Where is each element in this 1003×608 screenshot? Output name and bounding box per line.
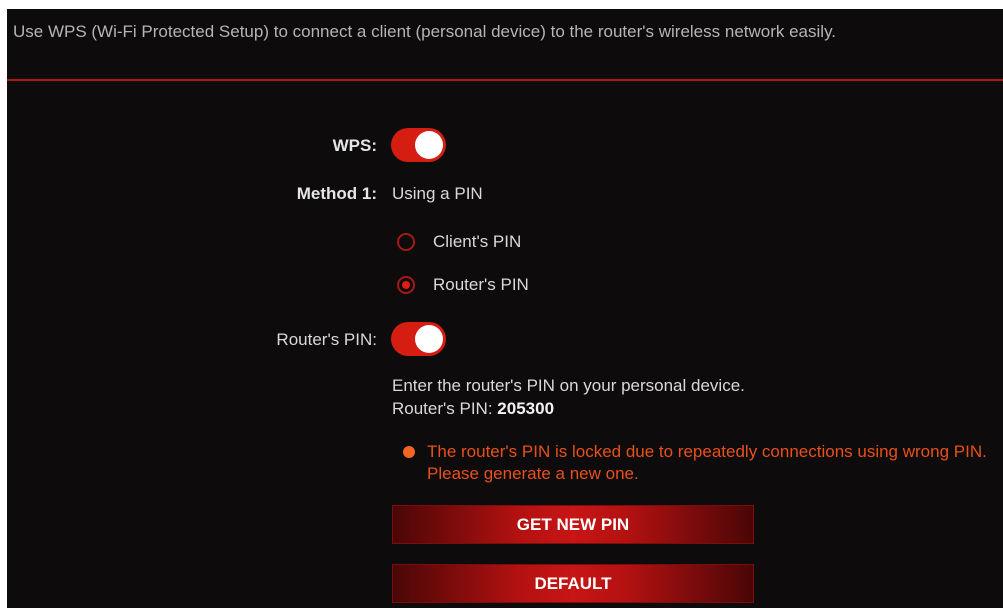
section-divider	[7, 79, 1003, 81]
toggle-knob	[415, 131, 443, 159]
toggle-knob	[415, 325, 443, 353]
routers-pin-label: Router's PIN:	[276, 330, 377, 349]
radio-button[interactable]	[397, 233, 415, 251]
page-description: Use WPS (Wi-Fi Protected Setup) to conne…	[13, 22, 837, 41]
radio-label: Router's PIN	[433, 275, 529, 294]
wps-settings-panel: Use WPS (Wi-Fi Protected Setup) to conne…	[7, 9, 1003, 608]
method1-value: Using a PIN	[392, 184, 483, 203]
pin-label: Router's PIN:	[392, 399, 493, 418]
routers-pin-display: Router's PIN: 205300	[392, 399, 554, 419]
routers-pin-instruction: Enter the router's PIN on your personal …	[392, 376, 745, 395]
default-button[interactable]: DEFAULT	[392, 564, 754, 603]
routers-pin-toggle[interactable]	[391, 322, 446, 356]
radio-button[interactable]	[397, 276, 415, 294]
warning-dot-icon	[403, 446, 415, 458]
wps-toggle[interactable]	[391, 128, 446, 162]
pin-locked-warning: The router's PIN is locked due to repeat…	[427, 442, 987, 483]
radio-label: Client's PIN	[433, 232, 522, 251]
method1-label: Method 1:	[296, 184, 377, 203]
wps-label: WPS:	[332, 136, 377, 155]
get-new-pin-button[interactable]: GET NEW PIN	[392, 505, 754, 544]
pin-value: 205300	[497, 399, 555, 418]
